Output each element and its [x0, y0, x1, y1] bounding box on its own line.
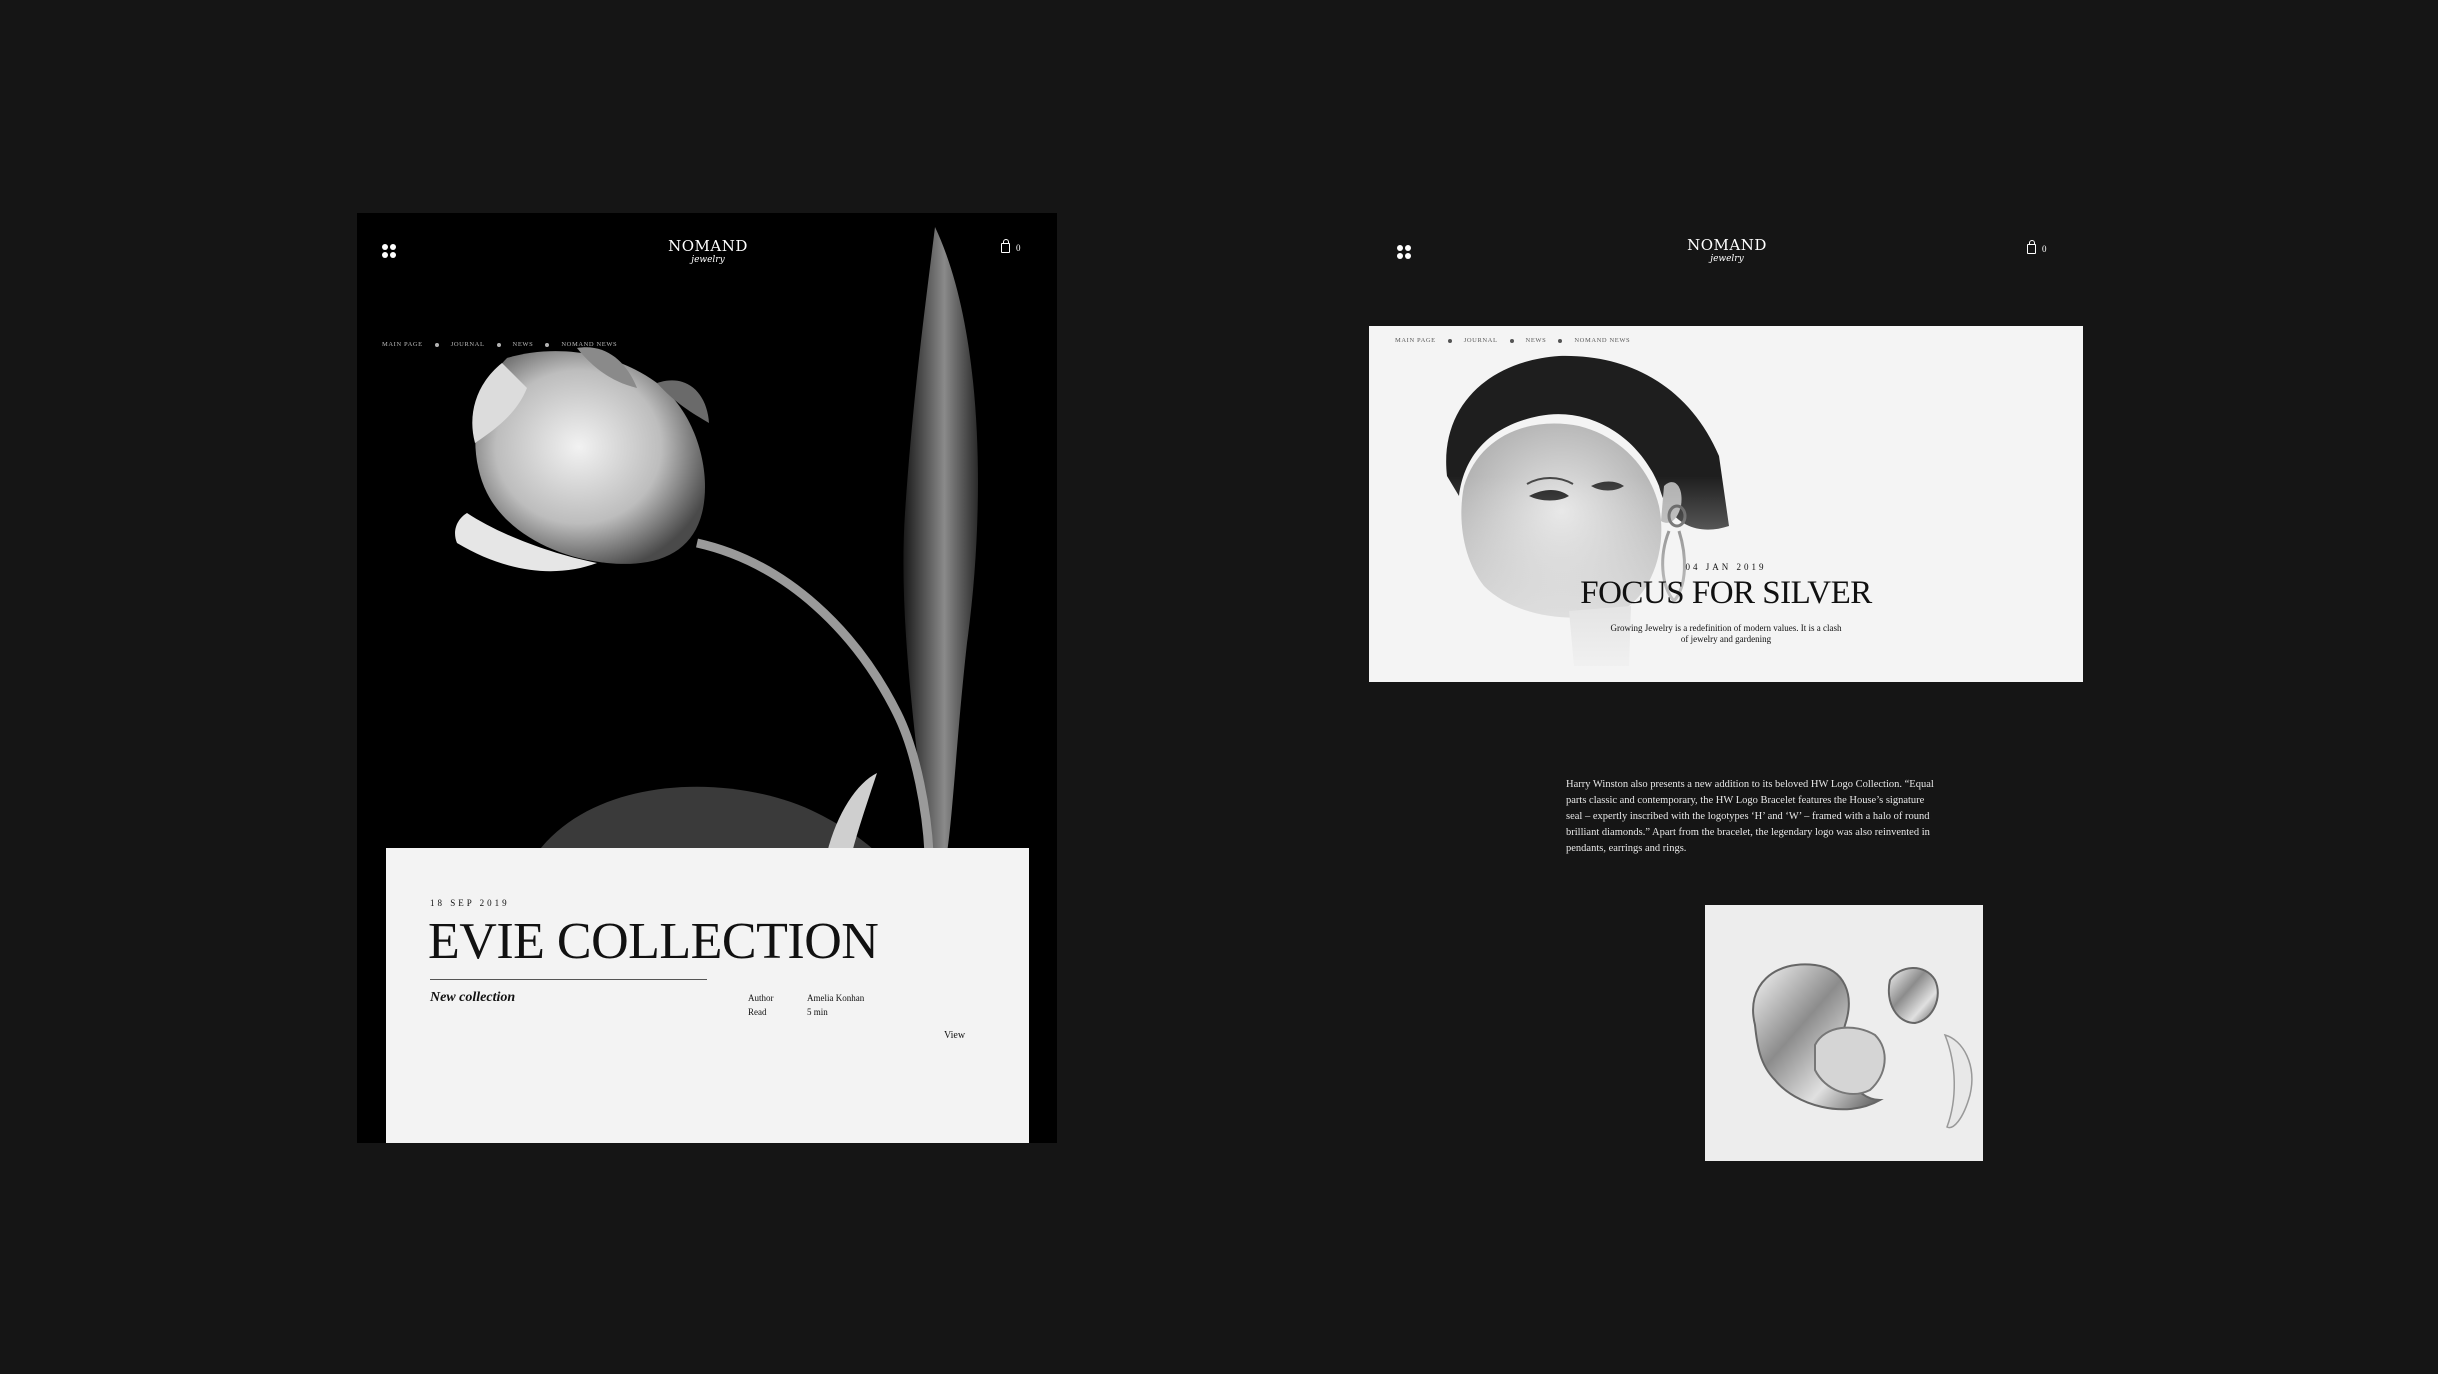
- breadcrumb-item[interactable]: NOMAND NEWS: [1574, 337, 1630, 344]
- breadcrumb-separator: [496, 342, 501, 347]
- silver-earrings-image: [1752, 963, 1973, 1129]
- breadcrumb-separator: [1509, 338, 1514, 343]
- meta-value-author: Amelia Konhan: [807, 993, 865, 1003]
- breadcrumb: MAIN PAGE JOURNAL NEWS NOMAND NEWS: [382, 341, 617, 348]
- banner-title: FOCUS FOR SILVER: [1580, 575, 1872, 611]
- shopping-bag-icon: [2027, 240, 2036, 254]
- meta-label-read: Read: [748, 1007, 767, 1017]
- breadcrumb-separator: [545, 342, 550, 347]
- logo[interactable]: NOMAND jewelry: [1670, 238, 1784, 264]
- logo-brand: NOMAND: [1687, 236, 1767, 254]
- breadcrumb-item[interactable]: JOURNAL: [1464, 337, 1498, 344]
- breadcrumb: MAIN PAGE JOURNAL NEWS NOMAND NEWS: [1395, 337, 1630, 344]
- logo-subtitle: jewelry: [691, 255, 725, 265]
- jewelry-image: [1705, 905, 1983, 1161]
- hero-panel: 18 SEP 2019 EVIE COLLECTION New collecti…: [386, 848, 1029, 1143]
- title-divider: [430, 979, 707, 980]
- breadcrumb-separator: [1558, 338, 1563, 343]
- left-page-mockup: NOMAND jewelry 0 MAIN PAGE JOURNAL NEWS …: [357, 213, 1057, 1143]
- breadcrumb-item[interactable]: MAIN PAGE: [1395, 337, 1436, 344]
- meta-label-author: Author: [748, 993, 774, 1003]
- hero-tagline: New collection: [430, 990, 516, 1005]
- menu-icon[interactable]: [1397, 245, 1411, 259]
- breadcrumb-separator: [1447, 338, 1452, 343]
- cart-button[interactable]: 0: [2027, 240, 2047, 254]
- breadcrumb-item[interactable]: NEWS: [513, 341, 534, 348]
- cart-button[interactable]: 0: [1001, 239, 1021, 253]
- feature-banner[interactable]: MAIN PAGE JOURNAL NEWS NOMAND NEWS 04 JA…: [1369, 326, 2083, 682]
- hero-date: 18 SEP 2019: [430, 898, 510, 908]
- tulip-image: [455, 227, 978, 853]
- breadcrumb-item[interactable]: NOMAND NEWS: [561, 341, 617, 348]
- cart-count: 0: [2042, 244, 2047, 254]
- logo-brand: NOMAND: [668, 237, 748, 255]
- banner-date: 04 JAN 2019: [1685, 562, 1767, 572]
- breadcrumb-item[interactable]: JOURNAL: [451, 341, 485, 348]
- menu-icon[interactable]: [382, 244, 396, 258]
- meta-value-read: 5 min: [807, 1007, 828, 1017]
- breadcrumb-item[interactable]: MAIN PAGE: [382, 341, 423, 348]
- shopping-bag-icon: [1001, 239, 1010, 253]
- breadcrumb-separator: [434, 342, 439, 347]
- view-link[interactable]: View: [944, 1030, 965, 1041]
- cart-count: 0: [1016, 243, 1021, 253]
- breadcrumb-item[interactable]: NEWS: [1526, 337, 1547, 344]
- logo-subtitle: jewelry: [1710, 254, 1744, 264]
- article-paragraph: Harry Winston also presents a new additi…: [1566, 779, 1934, 854]
- banner-description: Growing Jewelry is a redefinition of mod…: [1610, 623, 1842, 644]
- hero-title: EVIE COLLECTION: [428, 913, 879, 970]
- logo[interactable]: NOMAND jewelry: [653, 239, 763, 265]
